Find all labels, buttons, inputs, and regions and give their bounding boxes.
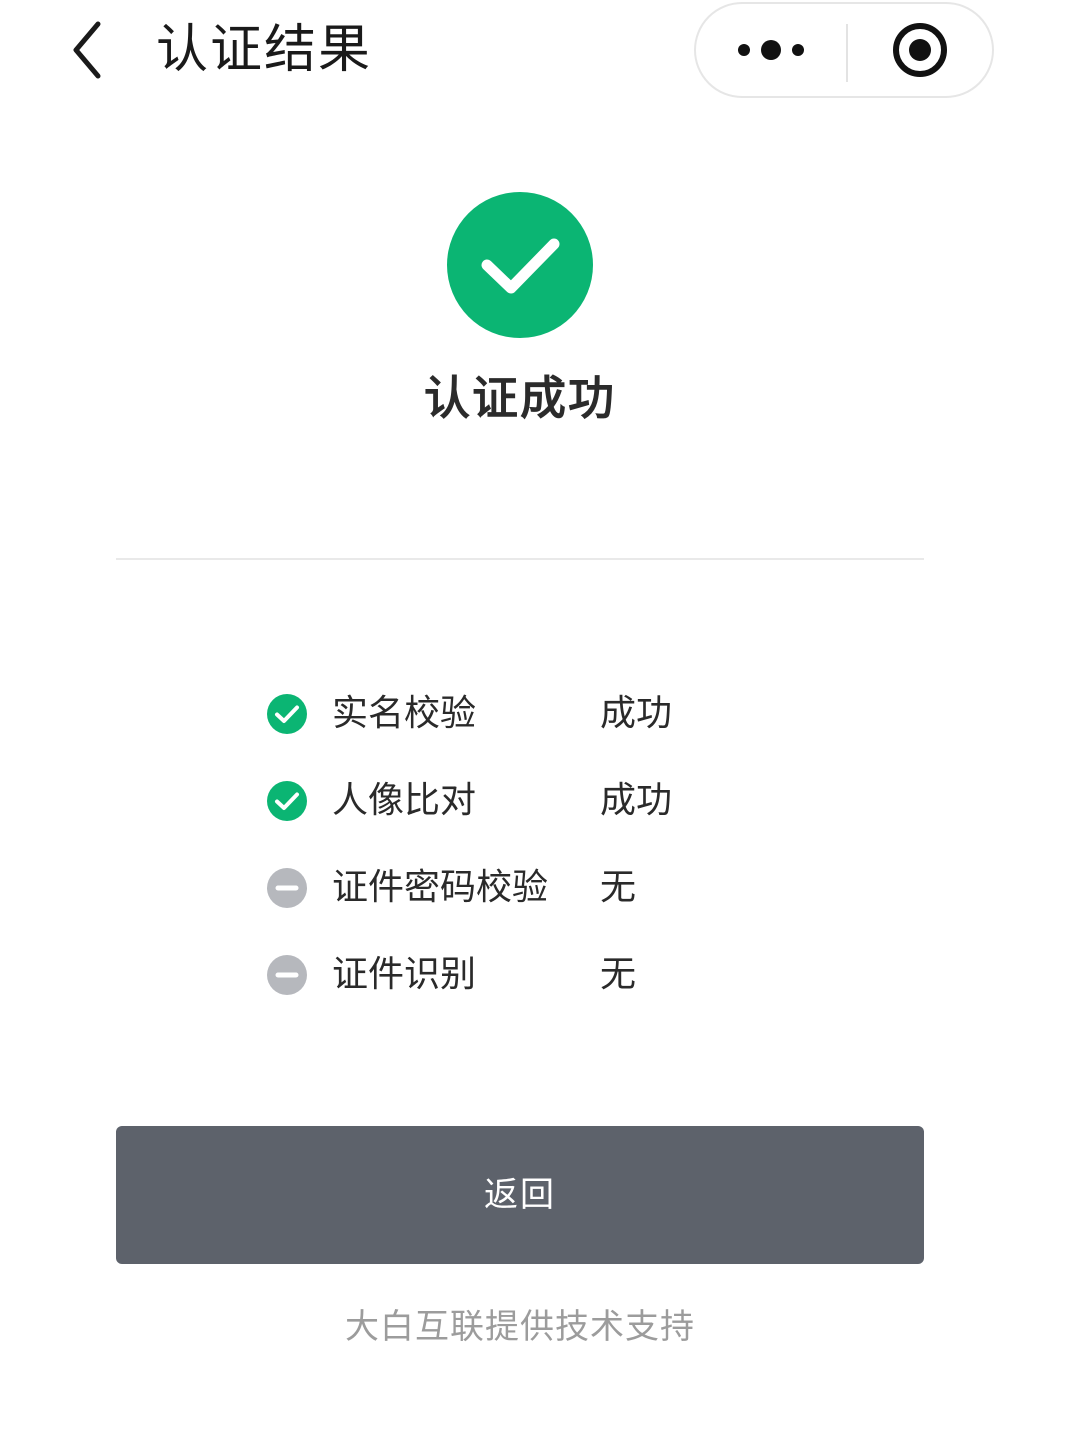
target-circle-icon bbox=[893, 23, 947, 77]
minus-circle-icon bbox=[267, 867, 307, 908]
check-value: 成功 bbox=[600, 779, 673, 821]
result-title: 认证成功 bbox=[424, 371, 616, 425]
check-row-id-recognition: 证件识别 无 bbox=[266, 931, 826, 1018]
nav-bar: 认证结果 bbox=[0, 0, 1080, 110]
mini-program-capsule bbox=[694, 2, 994, 98]
check-label: 实名校验 bbox=[332, 692, 477, 734]
check-row-realname: 实名校验 成功 bbox=[266, 670, 826, 757]
close-button[interactable] bbox=[848, 4, 992, 96]
success-check-icon bbox=[267, 693, 307, 734]
check-value: 无 bbox=[600, 953, 637, 995]
footer-credit: 大白互联提供技术支持 bbox=[345, 1307, 695, 1347]
check-value: 成功 bbox=[600, 692, 673, 734]
success-check-icon bbox=[267, 780, 307, 821]
check-label: 证件识别 bbox=[332, 953, 477, 995]
divider bbox=[116, 558, 924, 560]
chevron-left-icon bbox=[73, 21, 101, 79]
check-row-face-compare: 人像比对 成功 bbox=[266, 757, 826, 844]
more-button[interactable] bbox=[696, 4, 846, 96]
check-row-id-password: 证件密码校验 无 bbox=[266, 844, 826, 931]
check-label: 证件密码校验 bbox=[332, 866, 549, 908]
more-dots-icon bbox=[738, 40, 804, 60]
back-button[interactable] bbox=[56, 12, 120, 88]
page-title: 认证结果 bbox=[156, 20, 373, 80]
check-label: 人像比对 bbox=[332, 779, 477, 821]
return-button[interactable]: 返回 bbox=[116, 1126, 924, 1264]
check-list: 实名校验 成功 人像比对 成功 证件密码校验 无 证件识别 无 bbox=[266, 670, 826, 1018]
success-check-icon bbox=[447, 192, 593, 338]
check-value: 无 bbox=[600, 866, 637, 908]
minus-circle-icon bbox=[267, 954, 307, 995]
